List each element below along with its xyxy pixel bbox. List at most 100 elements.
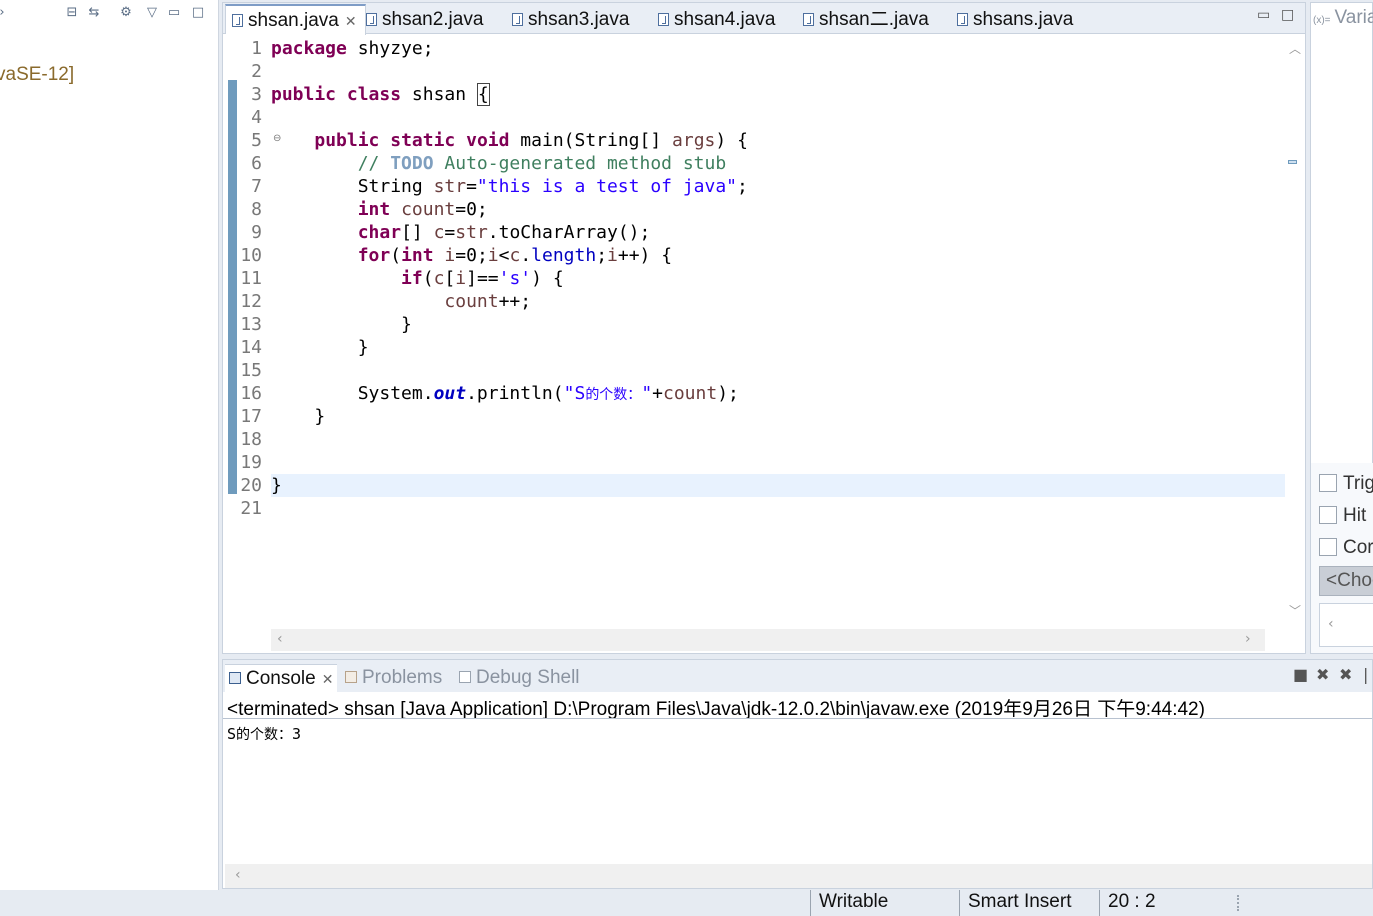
editor-tabbar: shsan.java ✕ shsan2.java shsan3.java shsa… [223,3,1305,35]
package-explorer: › ⊟ ⇆ ⚙ ▽ ▭ □ vaSE-12] [0,0,219,890]
line-number: 20 [240,475,262,496]
editor-horizontal-scrollbar[interactable]: ‹ › [271,629,1265,651]
code-line-14: } [271,337,369,358]
tab-shsan-java[interactable]: shsan.java ✕ [225,4,366,35]
code-line-6: // TODO Auto-generated method stub [271,153,727,174]
status-cursor-position[interactable]: 20 : 2 [1099,890,1219,916]
remove-launch-icon[interactable]: ✖ [1316,665,1329,684]
console-icon [229,672,241,684]
collapse-all-icon[interactable]: ⊟ [64,5,80,21]
code-text[interactable]: package shyzye; public class shsan { pub… [271,34,1287,628]
tab-shsans-java[interactable]: shsans.java [951,5,1073,34]
line-number: 7 [251,176,262,197]
variables-icon: (x)= [1313,15,1331,26]
checkbox-box[interactable] [1319,474,1337,492]
tab-debug-shell[interactable]: Debug Shell [459,664,580,692]
line-number: 6 [251,153,262,174]
java-file-icon [803,13,814,26]
code-line-11: if(c[i]=='s') { [401,268,564,289]
scroll-left-icon[interactable]: ‹ [235,867,241,883]
tab-label: shsan4.java [674,9,776,30]
tab-problems[interactable]: Problems [345,664,442,692]
code-line-9: char[] c=str.toCharArray(); [357,222,651,243]
problems-icon [345,671,357,683]
line-number: 19 [240,452,262,473]
remove-all-launches-icon[interactable]: ✖ [1339,665,1352,684]
java-file-icon [512,13,523,26]
checkbox-box[interactable] [1319,506,1337,524]
line-number: 5 [251,130,262,151]
annotation-ruler [225,34,238,628]
code-line-8: int count=0; [357,199,488,220]
choose-dropdown[interactable]: <Choo [1319,566,1373,596]
tab-label: shsans.java [973,9,1074,30]
conditional-checkbox[interactable]: Cor [1319,537,1373,559]
code-area[interactable]: 1 2 3 4 5 ⊖ 6 7 8 9 10 11 12 13 14 15 16… [223,34,1287,628]
line-number: 3 [251,84,262,105]
breakpoint-properties: Trig Hit Cor <Choo ‹ [1311,463,1373,653]
terminate-icon[interactable]: ■ [1293,665,1308,684]
close-icon[interactable]: ✕ [322,671,334,687]
package-explorer-toolbar: › ⊟ ⇆ ⚙ ▽ ▭ □ [0,0,219,28]
status-grip [1237,895,1239,911]
tab-shsan3-java[interactable]: shsan3.java [506,5,629,34]
code-line-5: public static void main(String[] args) { [314,130,748,151]
tab-label: shsan二.java [819,9,929,30]
scroll-left-icon[interactable]: ‹ [1328,616,1334,632]
line-number: 21 [240,498,262,519]
right-horizontal-scrollbar[interactable]: ‹ [1319,603,1373,647]
java-file-icon [658,13,669,26]
checkbox-box[interactable] [1319,538,1337,556]
tab-shsan4-java[interactable]: shsan4.java [652,5,775,34]
tab-shsan2-java[interactable]: shsan2.java [360,5,483,34]
line-number: 4 [251,107,262,128]
overview-marker[interactable] [1288,160,1297,164]
line-number: 11 [240,268,262,289]
line-number: 12 [240,291,262,312]
maximize-icon[interactable]: □ [1281,7,1294,23]
console-divider [223,718,1372,719]
minimize-icon[interactable]: ▭ [1257,7,1270,23]
link-editor-icon[interactable]: ⇆ [86,5,102,21]
trigger-checkbox[interactable]: Trig [1319,473,1373,495]
filter-icon[interactable]: ⚙ [118,5,134,21]
tab-variables[interactable]: (x)= Varia [1313,7,1373,29]
minimize-icon[interactable]: ▭ [166,5,182,21]
console-tabbar: Console ✕ Problems Debug Shell ■ ✖ ✖ | [223,660,1372,692]
scroll-left-icon[interactable]: ‹ [277,631,283,647]
console-horizontal-scrollbar[interactable]: ‹ [225,864,1372,888]
close-icon[interactable]: ✕ [345,13,357,29]
line-number: 9 [251,222,262,243]
code-line-12: count++; [444,291,532,312]
java-file-icon [232,14,243,27]
code-line-1: package shyzye; [271,38,434,59]
matching-brace: { [476,83,490,106]
java-file-icon [366,13,377,26]
tab-shsan-er-java[interactable]: shsan二.java [797,5,929,34]
console-output[interactable]: S的个数：3 [227,724,301,744]
line-number: 13 [240,314,262,335]
overview-ruler [1285,34,1305,628]
line-number-gutter: 1 2 3 4 5 ⊖ 6 7 8 9 10 11 12 13 14 15 16… [237,34,281,628]
maximize-icon[interactable]: □ [190,5,206,21]
hit-count-checkbox[interactable]: Hit [1319,505,1366,527]
line-number: 17 [240,406,262,427]
code-line-20-current: } [271,474,1287,497]
tree-item-jre[interactable]: vaSE-12] [0,64,74,86]
status-writable: Writable [810,890,960,916]
chevron-icon[interactable]: › [0,5,10,21]
view-menu-icon[interactable]: ▽ [144,5,160,21]
line-number: 18 [240,429,262,450]
line-number: 15 [240,360,262,381]
console-view: Console ✕ Problems Debug Shell ■ ✖ ✖ | <t… [222,659,1373,889]
status-insert-mode[interactable]: Smart Insert [959,890,1099,916]
tab-console[interactable]: Console ✕ [225,664,338,692]
scroll-right-icon[interactable]: › [1245,631,1251,647]
line-number: 10 [240,245,262,266]
code-line-3: public class shsan { [271,83,490,106]
line-number: 16 [240,383,262,404]
debug-shell-icon [459,671,471,683]
console-process-description: <terminated> shsan [Java Application] D:… [227,699,1205,720]
java-file-icon [957,13,968,26]
code-line-7: String str="this is a test of java"; [271,176,748,197]
